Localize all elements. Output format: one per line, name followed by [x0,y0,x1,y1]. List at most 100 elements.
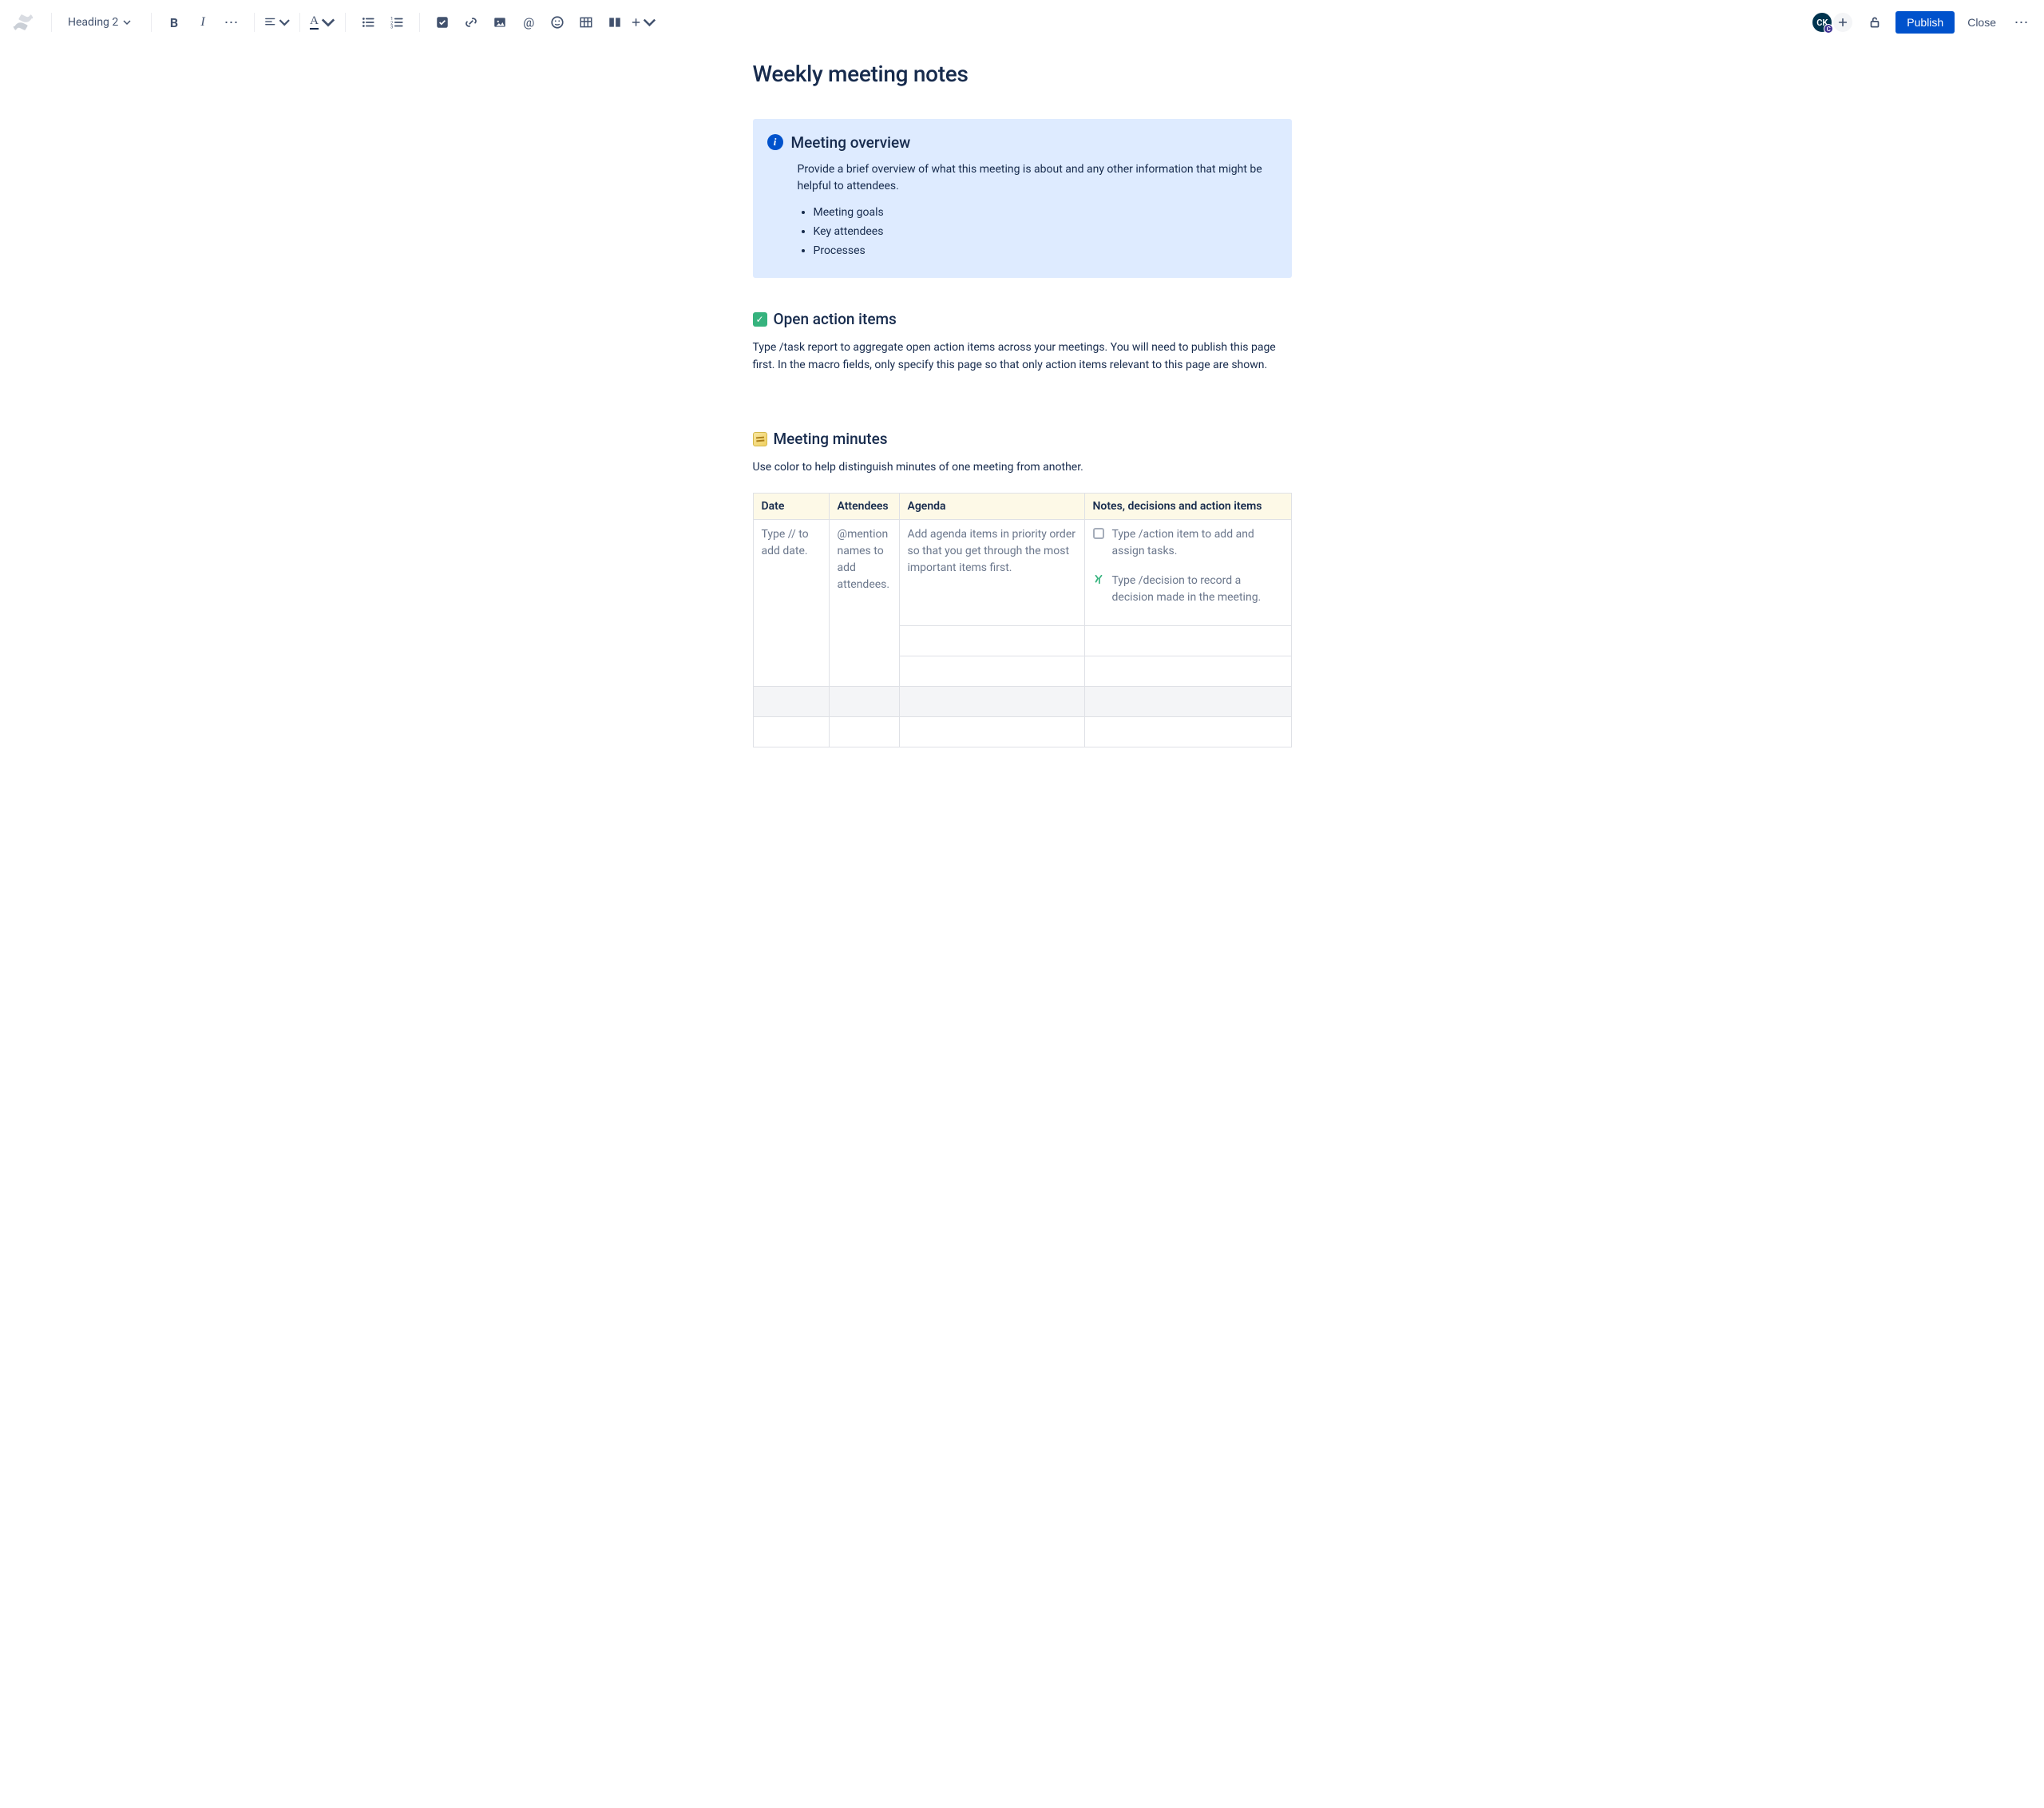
toolbar-divider [254,13,255,32]
info-panel-list[interactable]: Meeting goals Key attendees Processes [798,206,1278,257]
avatar-status-badge: C [1824,24,1833,34]
image-icon [493,15,507,30]
cell-attendees[interactable] [829,687,899,717]
task-icon [435,15,450,30]
close-button[interactable]: Close [1958,11,2006,34]
date-placeholder: Type // to add date. [762,526,821,560]
toolbar-divider [51,13,52,32]
toolbar-divider [345,13,346,32]
toolbar-divider [419,13,420,32]
column-header-agenda[interactable]: Agenda [899,494,1084,520]
link-icon [464,15,478,30]
emoji-button[interactable] [545,10,570,35]
task-placeholder: Type /action item to add and assign task… [1112,526,1283,560]
toolbar-divider [299,13,300,32]
decision-icon [1093,574,1104,585]
cell-attendees[interactable] [829,717,899,747]
cell-notes[interactable] [1084,656,1291,687]
info-panel-description[interactable]: Provide a brief overview of what this me… [798,161,1278,195]
task-button[interactable] [430,10,455,35]
info-panel[interactable]: i Meeting overview Provide a brief overv… [753,119,1292,278]
bullet-list-button[interactable] [355,10,381,35]
cell-date[interactable] [753,717,829,747]
cell-agenda[interactable] [899,717,1084,747]
open-items-body[interactable]: Type /task report to aggregate open acti… [753,339,1292,374]
cell-attendees[interactable]: @mention names to add attendees. [829,520,899,687]
cell-agenda[interactable] [899,626,1084,656]
agenda-placeholder: Add agenda items in priority order so th… [908,526,1076,577]
list-item[interactable]: Key attendees [814,225,1278,238]
memo-emoji-icon [753,432,767,446]
section-heading-minutes[interactable]: Meeting minutes [753,430,1292,448]
invite-button[interactable] [1832,11,1854,34]
text-color-button[interactable]: A [310,10,335,35]
open-items-heading[interactable]: Open action items [774,310,897,328]
toolbar-divider [151,13,152,32]
text-color-icon: A [310,15,319,30]
svg-text:3: 3 [390,25,393,30]
list-item[interactable]: Meeting goals [814,206,1278,219]
bullet-list-icon [361,15,375,30]
table-row [753,717,1291,747]
bold-button[interactable]: B [161,10,187,35]
publish-button[interactable]: Publish [1895,11,1955,34]
info-panel-title[interactable]: Meeting overview [791,133,911,152]
info-panel-body[interactable]: Provide a brief overview of what this me… [767,161,1278,257]
cell-notes[interactable]: Type /action item to add and assign task… [1084,520,1291,626]
cell-notes[interactable] [1084,687,1291,717]
table-icon [579,15,593,30]
svg-text:@: @ [523,15,534,30]
list-item[interactable]: Processes [814,244,1278,257]
insert-button[interactable] [631,10,656,35]
checkbox-icon[interactable] [1093,528,1104,539]
user-avatar[interactable]: CK C [1811,11,1833,34]
more-actions-button[interactable]: ⋯ [2009,10,2034,35]
chevron-down-icon [321,15,335,30]
restrictions-button[interactable] [1862,10,1888,35]
meeting-minutes-table[interactable]: Date Attendees Agenda Notes, decisions a… [753,493,1292,747]
column-header-notes[interactable]: Notes, decisions and action items [1084,494,1291,520]
cell-notes[interactable] [1084,626,1291,656]
more-formatting-button[interactable]: ⋯ [219,10,244,35]
text-style-select[interactable]: Heading 2 [61,13,141,32]
align-left-icon [264,15,276,30]
page-title[interactable]: Weekly meeting notes [753,61,1292,87]
editor-content[interactable]: Weekly meeting notes i Meeting overview … [745,61,1300,747]
confluence-logo-icon [13,12,34,33]
info-icon: i [767,134,783,150]
alignment-button[interactable] [264,10,290,35]
text-style-label: Heading 2 [68,16,118,29]
column-header-date[interactable]: Date [753,494,829,520]
chevron-down-icon [123,18,131,26]
plus-icon [631,17,641,28]
numbered-list-button[interactable]: 123 [384,10,410,35]
minutes-heading[interactable]: Meeting minutes [774,430,888,448]
cell-agenda[interactable]: Add agenda items in priority order so th… [899,520,1084,626]
section-heading-open-items[interactable]: ✓ Open action items [753,310,1292,328]
layouts-icon [608,15,622,30]
chevron-down-icon [279,15,291,30]
table-button[interactable] [573,10,599,35]
info-panel-header: i Meeting overview [767,132,1278,152]
cell-agenda[interactable] [899,687,1084,717]
image-button[interactable] [487,10,513,35]
cell-date[interactable]: Type // to add date. [753,520,829,687]
cell-date[interactable] [753,687,829,717]
unlock-icon [1868,15,1882,30]
decision-placeholder: Type /decision to record a decision made… [1112,573,1283,606]
mention-icon: @ [521,15,536,30]
minutes-body[interactable]: Use color to help distinguish minutes of… [753,459,1292,477]
cell-notes[interactable] [1084,717,1291,747]
italic-button[interactable]: I [190,10,216,35]
table-header-row: Date Attendees Agenda Notes, decisions a… [753,494,1291,520]
task-item[interactable]: Type /action item to add and assign task… [1093,526,1283,560]
chevron-down-icon [643,15,656,30]
table-row: Type // to add date. @mention names to a… [753,520,1291,626]
cell-agenda[interactable] [899,656,1084,687]
emoji-icon [550,15,564,30]
mention-button[interactable]: @ [516,10,541,35]
link-button[interactable] [458,10,484,35]
column-header-attendees[interactable]: Attendees [829,494,899,520]
decision-item[interactable]: Type /decision to record a decision made… [1093,573,1283,606]
layouts-button[interactable] [602,10,628,35]
